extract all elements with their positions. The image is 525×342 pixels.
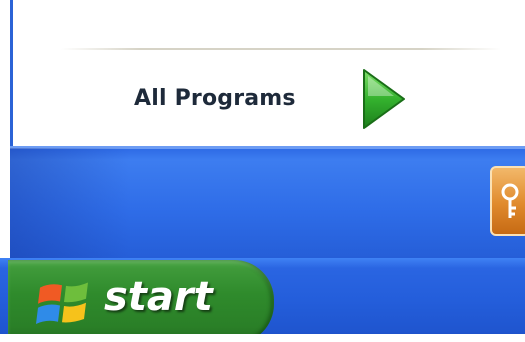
all-programs-label: All Programs xyxy=(134,86,296,111)
all-programs-button[interactable]: All Programs xyxy=(120,66,420,138)
desktop-edge xyxy=(0,0,10,258)
menu-separator xyxy=(61,48,501,50)
start-button[interactable]: start xyxy=(8,260,274,342)
start-label: start xyxy=(104,274,213,320)
key-glyph xyxy=(501,183,519,218)
key-icon[interactable] xyxy=(490,166,525,236)
windows-flag-icon xyxy=(36,282,88,324)
footer-shading xyxy=(10,148,130,258)
green-right-arrow-icon xyxy=(363,69,405,129)
screen: All Programs start xyxy=(0,0,525,342)
bottom-border xyxy=(0,334,525,342)
